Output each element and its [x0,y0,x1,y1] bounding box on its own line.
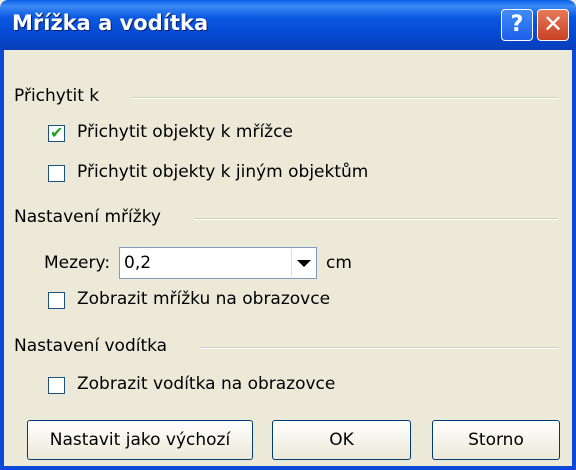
show-grid-checkbox[interactable] [48,292,65,309]
snap-to-objects-checkbox[interactable] [48,165,65,182]
spacing-label: Mezery: [44,253,111,273]
title-bar[interactable]: Mřížka a vodítka ? ✕ [0,0,576,50]
show-grid-label[interactable]: Zobrazit mřížku na obrazovce [77,289,330,309]
ok-button[interactable]: OK [272,420,411,460]
grid-section-heading: Nastavení mřížky [14,207,161,227]
snap-to-objects-label[interactable]: Přichytit objekty k jiným objektům [77,162,368,182]
window-frame-left [0,50,4,470]
window-frame-bottom [0,466,576,470]
help-button[interactable]: ? [501,9,533,41]
cancel-button[interactable]: Storno [432,420,560,460]
check-mark-icon: ✔ [50,123,64,142]
window-title: Mřížka a vodítka [12,11,209,35]
set-default-button[interactable]: Nastavit jako výchozí [27,420,253,460]
guides-section-heading: Nastavení vodítka [14,336,168,356]
spacing-combobox[interactable]: 0,2 [119,247,317,279]
snap-section-heading: Přichytit k [14,86,100,106]
spacing-unit: cm [326,253,352,273]
snap-to-grid-checkbox[interactable]: ✔ [48,123,65,142]
chevron-down-icon[interactable] [291,249,315,277]
window-frame-right [572,50,576,470]
grid-section-divider [194,218,558,220]
spacing-value[interactable]: 0,2 [124,253,151,273]
close-button[interactable]: ✕ [537,9,569,41]
close-icon: ✕ [542,10,564,38]
guides-section-divider [200,347,558,349]
help-icon: ? [510,12,524,37]
snap-section-divider [132,97,558,99]
snap-to-grid-label[interactable]: Přichytit objekty k mřížce [77,122,293,142]
show-guides-checkbox[interactable] [48,377,65,394]
show-guides-label[interactable]: Zobrazit vodítka na obrazovce [77,374,335,394]
